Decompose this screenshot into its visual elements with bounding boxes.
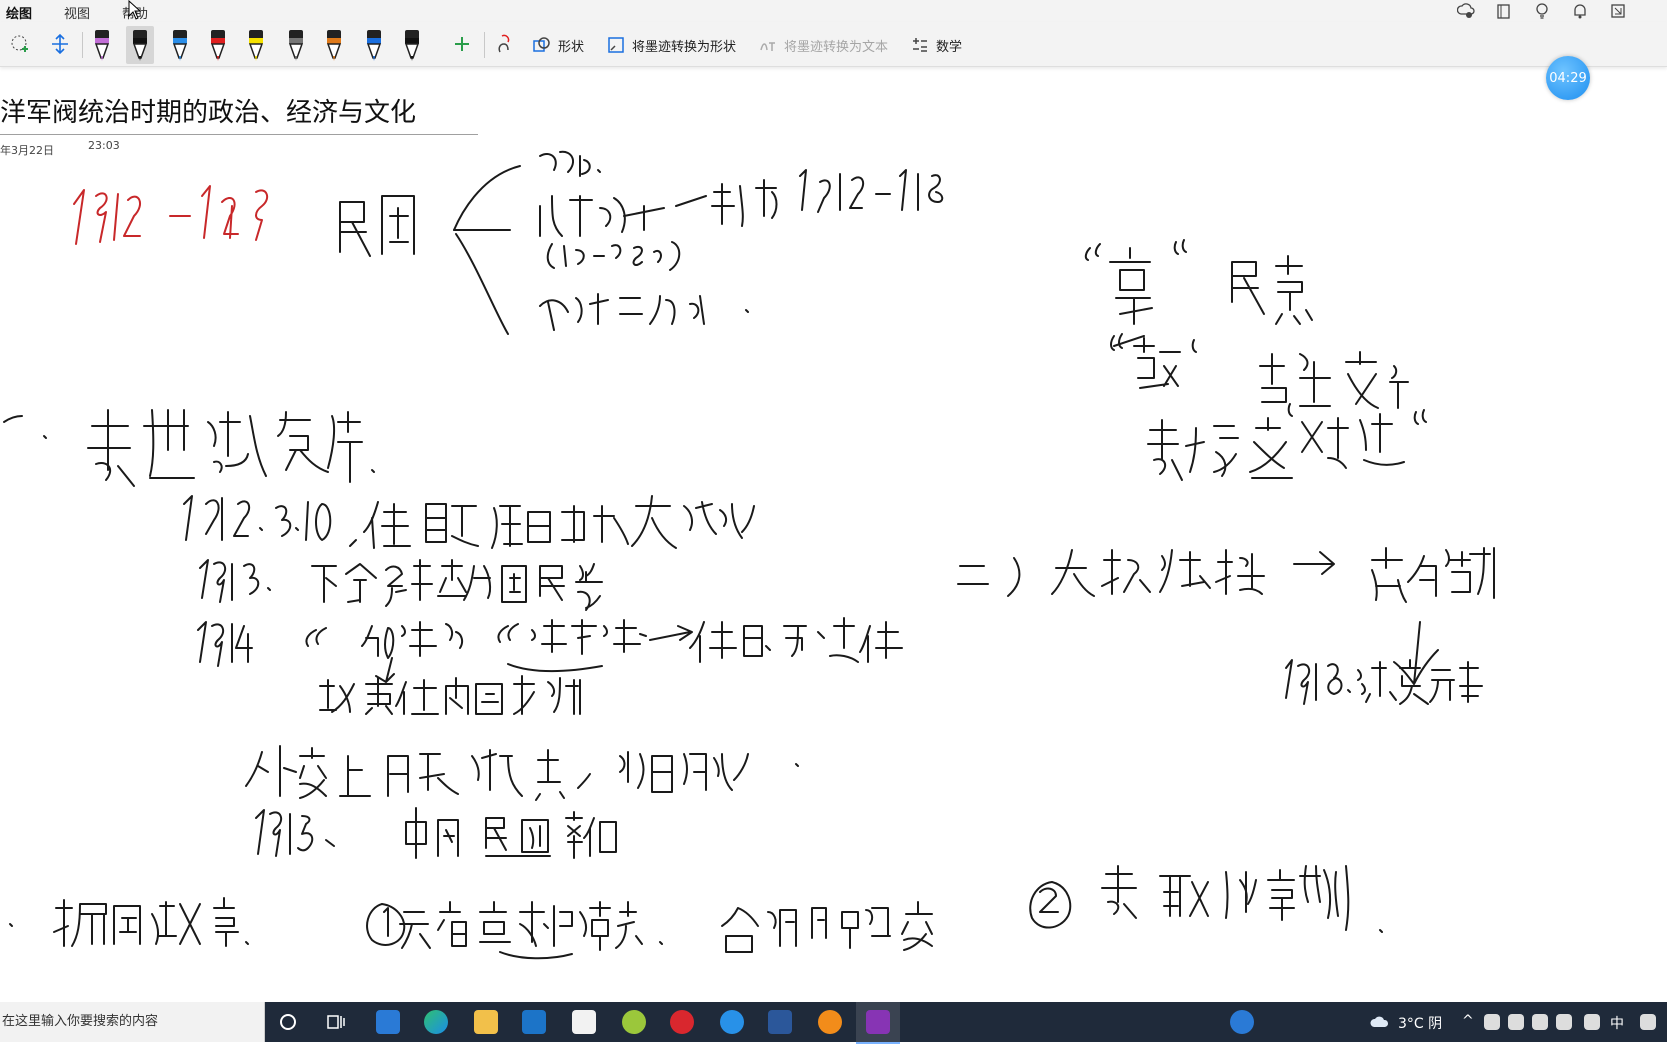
- netease-music-icon[interactable]: [670, 1010, 694, 1034]
- help-icon[interactable]: [1230, 1010, 1254, 1034]
- bell-icon[interactable]: [1571, 2, 1589, 20]
- ink-to-text-label: 将墨迹转换为文本: [784, 39, 889, 55]
- cloud-weather-icon: [1370, 1016, 1389, 1027]
- ink-to-shape-button[interactable]: 将墨迹转换为形状: [606, 35, 736, 55]
- tab-draw[interactable]: 绘图: [6, 3, 33, 26]
- taskbar-app-icon-blue[interactable]: [720, 1010, 744, 1034]
- lasso-select-icon[interactable]: [8, 32, 32, 56]
- pen-tool-8-icon[interactable]: [360, 26, 388, 64]
- taskbar-app-icon-orange[interactable]: [818, 1010, 842, 1034]
- shapes-label: 形状: [558, 39, 585, 55]
- touch-draw-icon[interactable]: [492, 32, 516, 56]
- task-view-icon[interactable]: [324, 1010, 348, 1034]
- pen-tray-icon[interactable]: [1584, 1014, 1600, 1030]
- toolbar-separator: [484, 32, 485, 58]
- network-icon[interactable]: [1532, 1014, 1548, 1030]
- edge-browser-icon[interactable]: [424, 1010, 448, 1034]
- mail-icon[interactable]: [522, 1010, 546, 1034]
- add-pen-icon[interactable]: [450, 32, 474, 56]
- taskbar-app-icon[interactable]: [376, 1010, 400, 1034]
- microsoft-store-icon[interactable]: [572, 1010, 596, 1034]
- notebooks-icon[interactable]: [1495, 2, 1513, 20]
- add-space-icon[interactable]: [48, 32, 72, 56]
- ink-minguo: [339, 201, 371, 257]
- sync-status-icon[interactable]: [1457, 2, 1475, 20]
- pen-tool-7-icon[interactable]: [320, 26, 348, 64]
- toolbar-separator: [82, 32, 83, 58]
- lightbulb-icon[interactable]: [1533, 2, 1551, 20]
- full-page-view-icon[interactable]: [1609, 2, 1627, 20]
- ink-canvas[interactable]: [0, 66, 1667, 996]
- ink-to-text-button[interactable]: 将墨迹转换为文本: [758, 35, 888, 55]
- pen-tool-5-icon[interactable]: [242, 26, 270, 64]
- pen-tool-6-icon[interactable]: [282, 26, 310, 64]
- tab-view[interactable]: 视图: [64, 3, 90, 22]
- file-explorer-icon[interactable]: [474, 1010, 498, 1034]
- windows-taskbar: 在这里输入你要搜索的内容 3°C 阴 ^ 中: [0, 1002, 1667, 1044]
- tray-chevron-icon[interactable]: ^: [1462, 1013, 1474, 1029]
- pen-tool-4-icon[interactable]: [204, 26, 232, 64]
- shapes-button[interactable]: 形状: [532, 35, 584, 55]
- active-app-highlight: [856, 1002, 900, 1044]
- pen-tool-9-icon[interactable]: [398, 26, 426, 64]
- ink-to-shape-label: 将墨迹转换为形状: [632, 39, 737, 55]
- shapes-icon: [533, 37, 550, 52]
- ink-to-shape-icon: [608, 37, 624, 53]
- pen-tool-3-icon[interactable]: [166, 26, 194, 64]
- tray-cloud-icon[interactable]: [1508, 1014, 1524, 1030]
- pen-tool-1-icon[interactable]: [88, 26, 116, 64]
- mouse-cursor-icon: [128, 0, 142, 20]
- taskbar-search-input[interactable]: 在这里输入你要搜索的内容: [0, 1002, 265, 1042]
- word-icon[interactable]: [768, 1010, 792, 1034]
- math-label: 数学: [936, 39, 963, 55]
- ime-indicator[interactable]: 中: [1610, 1013, 1624, 1033]
- weather-text[interactable]: 3°C 阴: [1398, 1013, 1442, 1033]
- taskbar-app-icon-green[interactable]: [622, 1010, 646, 1034]
- math-button[interactable]: 数学: [910, 35, 962, 55]
- ime-mode-icon[interactable]: [1640, 1014, 1656, 1030]
- ink-to-text-icon: [760, 42, 775, 51]
- cortana-icon[interactable]: [276, 1010, 300, 1034]
- math-icon: [913, 38, 927, 52]
- ink-red-years: [73, 185, 269, 245]
- pen-tool-2-icon[interactable]: [126, 26, 154, 64]
- volume-icon[interactable]: [1556, 1014, 1572, 1030]
- draw-toolbar: 形状 将墨迹转换为形状 将墨迹转换为文本 数学: [0, 22, 1667, 67]
- ribbon-tab-bar: 绘图 视图 帮助: [0, 0, 1667, 26]
- tray-icon[interactable]: [1484, 1014, 1500, 1030]
